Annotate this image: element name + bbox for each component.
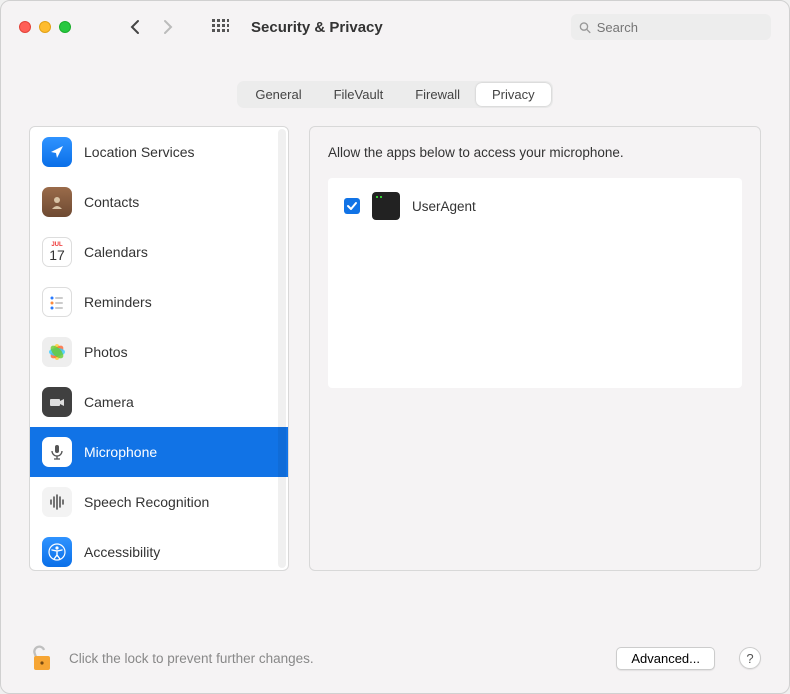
lock-text: Click the lock to prevent further change… xyxy=(69,651,314,666)
advanced-button[interactable]: Advanced... xyxy=(616,647,715,670)
zoom-window-button[interactable] xyxy=(59,21,71,33)
titlebar: Security & Privacy xyxy=(1,1,789,53)
contacts-icon xyxy=(42,187,72,217)
camera-icon xyxy=(42,387,72,417)
calendar-day: 17 xyxy=(49,248,65,262)
nav-buttons xyxy=(123,16,179,38)
chevron-left-icon xyxy=(129,19,140,35)
location-arrow-icon xyxy=(42,137,72,167)
preferences-window: Security & Privacy General FileVault Fir… xyxy=(0,0,790,694)
sidebar-item-label: Accessibility xyxy=(84,544,160,560)
sidebar-item-reminders[interactable]: Reminders xyxy=(30,277,288,327)
sidebar-item-label: Calendars xyxy=(84,244,148,260)
sidebar-item-contacts[interactable]: Contacts xyxy=(30,177,288,227)
terminal-app-icon xyxy=(372,192,400,220)
reminders-icon xyxy=(42,287,72,317)
speech-icon xyxy=(42,487,72,517)
search-field[interactable] xyxy=(571,14,771,40)
search-input[interactable] xyxy=(597,20,763,35)
sidebar-item-label: Camera xyxy=(84,394,134,410)
tab-general[interactable]: General xyxy=(239,83,317,106)
forward-button[interactable] xyxy=(157,16,179,38)
sidebar-item-label: Location Services xyxy=(84,144,195,160)
content-area: Location Services Contacts JUL 17 Calend… xyxy=(1,108,789,623)
tab-filevault[interactable]: FileVault xyxy=(318,83,400,106)
lock-button[interactable] xyxy=(29,643,55,673)
microphone-icon xyxy=(42,437,72,467)
tabs-row: General FileVault Firewall Privacy xyxy=(1,53,789,108)
unlocked-lock-icon xyxy=(29,643,55,673)
main-description: Allow the apps below to access your micr… xyxy=(328,145,742,160)
accessibility-icon xyxy=(42,537,72,567)
help-button[interactable]: ? xyxy=(739,647,761,669)
calendar-icon: JUL 17 xyxy=(42,237,72,267)
app-checkbox[interactable] xyxy=(344,198,360,214)
sidebar-item-accessibility[interactable]: Accessibility xyxy=(30,527,288,570)
show-all-button[interactable] xyxy=(209,16,231,38)
grid-icon xyxy=(212,19,229,36)
sidebar: Location Services Contacts JUL 17 Calend… xyxy=(29,126,289,571)
app-row[interactable]: UserAgent xyxy=(340,188,730,224)
check-icon xyxy=(346,200,358,212)
tab-firewall[interactable]: Firewall xyxy=(399,83,476,106)
main-panel: Allow the apps below to access your micr… xyxy=(309,126,761,571)
sidebar-item-camera[interactable]: Camera xyxy=(30,377,288,427)
close-window-button[interactable] xyxy=(19,21,31,33)
traffic-lights xyxy=(19,21,71,33)
sidebar-item-label: Microphone xyxy=(84,444,157,460)
window-title: Security & Privacy xyxy=(251,19,383,36)
sidebar-item-label: Reminders xyxy=(84,294,152,310)
sidebar-item-location-services[interactable]: Location Services xyxy=(30,127,288,177)
footer: Click the lock to prevent further change… xyxy=(1,623,789,693)
sidebar-item-speech-recognition[interactable]: Speech Recognition xyxy=(30,477,288,527)
back-button[interactable] xyxy=(123,16,145,38)
sidebar-item-label: Speech Recognition xyxy=(84,494,209,510)
sidebar-item-label: Photos xyxy=(84,344,128,360)
search-icon xyxy=(579,21,591,34)
app-name: UserAgent xyxy=(412,199,476,214)
photos-icon xyxy=(42,337,72,367)
app-list: UserAgent xyxy=(328,178,742,388)
sidebar-scrollbar[interactable] xyxy=(278,129,286,568)
sidebar-item-photos[interactable]: Photos xyxy=(30,327,288,377)
tabs: General FileVault Firewall Privacy xyxy=(237,81,552,108)
sidebar-item-microphone[interactable]: Microphone xyxy=(30,427,288,477)
sidebar-item-calendars[interactable]: JUL 17 Calendars xyxy=(30,227,288,277)
tab-privacy[interactable]: Privacy xyxy=(476,83,551,106)
sidebar-item-label: Contacts xyxy=(84,194,139,210)
chevron-right-icon xyxy=(163,19,174,35)
minimize-window-button[interactable] xyxy=(39,21,51,33)
